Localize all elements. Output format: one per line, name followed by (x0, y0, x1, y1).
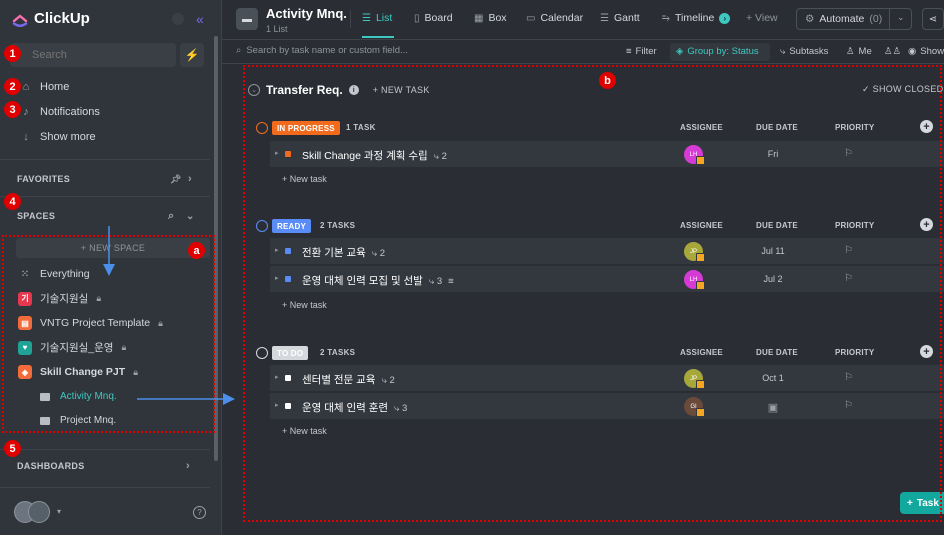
arrow-down-icon: ↓ (23, 131, 29, 143)
group-by-label: Group by: Status (687, 46, 759, 57)
layers-icon: ◈ (676, 46, 684, 57)
tab-timeline[interactable]: ⥱ Timeline › (662, 12, 731, 24)
divider (0, 487, 210, 488)
tab-label: Gantt (613, 12, 640, 24)
tab-calendar[interactable]: ▭ Calendar (526, 12, 583, 24)
search-icon[interactable]: ⌕ (168, 210, 174, 223)
active-tab-indicator (362, 36, 394, 38)
nav-notifications[interactable]: ♪ Notifications (20, 106, 100, 118)
tab-board[interactable]: ▯ Board (414, 12, 453, 24)
divider (889, 9, 890, 29)
box-icon: ▦ (474, 12, 484, 24)
show-button[interactable]: ◉ Show (908, 46, 944, 57)
page-subtitle: 1 List (266, 24, 288, 34)
favorites-header[interactable]: FAVORITES 📌︎ › (0, 164, 210, 194)
spaces-header[interactable]: SPACES ⌕ ⌄ (0, 201, 210, 231)
show-label: Show (920, 46, 944, 57)
bell-icon: ♪ (23, 106, 29, 118)
nav-home[interactable]: ⌂ Home (20, 81, 70, 93)
filter-button[interactable]: ≡ Filter (626, 46, 657, 57)
nav-show-more-label: Show more (40, 131, 96, 143)
subtask-icon: ⤷ (780, 46, 786, 57)
user-avatar[interactable] (28, 501, 50, 523)
annotation-marker-a: a (188, 242, 205, 259)
filter-icon: ≡ (626, 46, 632, 57)
annotation-marker-b: b (599, 72, 616, 89)
chevron-right-icon[interactable]: › (186, 460, 190, 472)
chevron-down-icon[interactable]: ⌄ (186, 211, 195, 222)
annotation-box-a (2, 235, 215, 433)
workspace-dot[interactable] (172, 13, 184, 25)
folder-icon[interactable]: ▬ (236, 8, 258, 30)
divider (0, 196, 210, 197)
annotation-marker-2: 2 (4, 78, 21, 95)
assignees-button[interactable]: ♙♙ (884, 46, 901, 57)
task-search[interactable]: ⌕ Search by task name or custom field... (236, 45, 408, 56)
add-view-button[interactable]: + View (746, 12, 778, 24)
clickup-logo-icon (12, 11, 28, 27)
gantt-icon: ☰ (600, 12, 609, 24)
task-search-placeholder: Search by task name or custom field... (246, 45, 408, 56)
info-icon[interactable]: › (719, 12, 731, 24)
dashboards-label: DASHBOARDS (17, 461, 85, 471)
annotation-marker-5: 5 (4, 440, 21, 457)
chevron-right-icon[interactable]: › (188, 173, 192, 185)
home-icon: ⌂ (22, 81, 30, 93)
calendar-icon: ▭ (526, 12, 536, 24)
collapse-sidebar-icon[interactable]: « (196, 11, 204, 27)
automate-count: (0) (869, 13, 883, 25)
tab-label: Box (488, 12, 507, 24)
quick-action-bolt-icon[interactable]: ⚡ (180, 43, 204, 67)
users-icon: ♙♙ (884, 46, 902, 57)
clickup-logo[interactable]: ClickUp (12, 10, 90, 27)
favorites-label: FAVORITES (17, 174, 71, 184)
subtasks-label: Subtasks (789, 46, 829, 57)
annotation-box-b (243, 65, 942, 522)
sidebar-search-input[interactable] (10, 43, 176, 67)
filter-label: Filter (635, 46, 657, 57)
divider (350, 10, 351, 28)
user-icon: ♙ (846, 46, 855, 57)
annotation-marker-4: 4 (4, 193, 21, 210)
group-by-button[interactable]: ◈ Group by: Status (676, 46, 759, 57)
divider (0, 159, 210, 160)
me-button[interactable]: ♙ Me (846, 46, 872, 57)
tab-box[interactable]: ▦ Box (474, 12, 507, 24)
tab-label: Timeline (675, 12, 715, 24)
sidebar-search[interactable] (10, 43, 176, 67)
nav-home-label: Home (40, 81, 70, 93)
board-icon: ▯ (414, 12, 420, 24)
timeline-icon: ⥱ (662, 12, 670, 24)
dashboards-header[interactable]: DASHBOARDS › (0, 451, 210, 481)
list-icon: ☰ (362, 12, 371, 24)
nav-show-more[interactable]: ↓ Show more (20, 131, 96, 143)
add-view-label: + View (746, 12, 778, 24)
search-icon: ⌕ (236, 45, 242, 56)
filter-bar: ⌕ Search by task name or custom field...… (222, 40, 944, 64)
share-icon[interactable]: ⋖ (922, 8, 944, 30)
nav-notifications-label: Notifications (40, 106, 100, 118)
robot-icon: ⚙ (805, 13, 815, 25)
eye-icon: ◉ (908, 46, 917, 57)
tab-label: Board (424, 12, 453, 24)
pin-icon[interactable]: 📌︎ (170, 174, 182, 185)
view-header: ▬ Activity Mnq. 1 List ☰ List ▯ Board ▦ … (222, 0, 944, 40)
caret-down-icon[interactable]: ▾ (57, 507, 61, 516)
chevron-down-icon[interactable]: ⌄ (897, 12, 905, 23)
tab-label: List (375, 12, 393, 24)
annotation-marker-1: 1 (4, 45, 21, 62)
tab-label: Calendar (540, 12, 584, 24)
subtasks-button[interactable]: ⤷ Subtasks (780, 46, 828, 57)
automate-button[interactable]: ⚙ Automate (0) ⌄ (796, 8, 912, 30)
me-label: Me (858, 46, 872, 57)
app-name: ClickUp (34, 10, 90, 27)
help-icon[interactable]: ? (193, 506, 206, 519)
page-title[interactable]: Activity Mnq. (266, 6, 347, 21)
tab-list[interactable]: ☰ List (362, 12, 392, 24)
annotation-marker-3: 3 (4, 101, 21, 118)
spaces-label: SPACES (17, 211, 56, 221)
divider (0, 449, 210, 450)
tab-gantt[interactable]: ☰ Gantt (600, 12, 640, 24)
automate-label: Automate (819, 13, 865, 25)
